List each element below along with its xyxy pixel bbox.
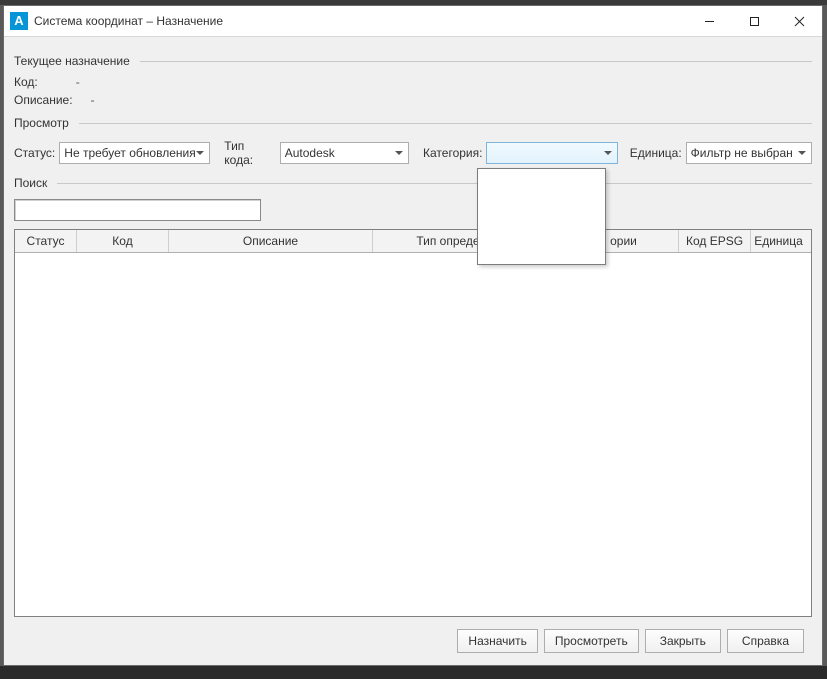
status-dropdown[interactable]: Не требует обновления xyxy=(59,142,210,164)
description-label: Описание: xyxy=(14,93,73,107)
window-title: Система координат – Назначение xyxy=(34,14,687,28)
group-search: Поиск xyxy=(14,173,812,193)
close-button[interactable] xyxy=(777,6,822,36)
group-view: Просмотр xyxy=(14,113,812,133)
category-dropdown[interactable] xyxy=(486,142,617,164)
unit-label: Единица: xyxy=(630,146,682,160)
status-dropdown-value: Не требует обновления xyxy=(64,146,195,160)
column-unit[interactable]: Единица xyxy=(751,230,806,252)
description-value: - xyxy=(91,93,95,107)
search-input[interactable] xyxy=(14,199,261,221)
status-label: Статус: xyxy=(14,146,55,160)
help-button[interactable]: Справка xyxy=(727,629,804,653)
row-description: Описание: - xyxy=(14,93,812,107)
titlebar[interactable]: A Система координат – Назначение xyxy=(4,6,822,37)
code-label: Код: xyxy=(14,75,38,89)
column-status[interactable]: Статус xyxy=(15,230,77,252)
minimize-button[interactable] xyxy=(687,6,732,36)
unit-dropdown[interactable]: Фильтр не выбран xyxy=(686,142,812,164)
category-label: Категория: xyxy=(423,146,482,160)
results-grid[interactable]: Статус Код Описание Тип определения С ор… xyxy=(14,229,812,617)
column-epsg[interactable]: Код EPSG xyxy=(679,230,751,252)
codetype-dropdown-value: Autodesk xyxy=(285,146,335,160)
app-icon: A xyxy=(10,12,28,30)
app-statusbar xyxy=(0,666,827,679)
assign-button[interactable]: Назначить xyxy=(457,629,537,653)
codetype-dropdown[interactable]: Autodesk xyxy=(280,142,409,164)
dialog-window: A Система координат – Назначение Текущее… xyxy=(3,5,823,666)
column-description[interactable]: Описание xyxy=(169,230,373,252)
unit-dropdown-value: Фильтр не выбран xyxy=(691,146,793,160)
codetype-label: Тип кода: xyxy=(224,139,275,167)
category-popup-list[interactable] xyxy=(477,168,606,265)
column-code[interactable]: Код xyxy=(77,230,169,252)
close-dialog-button[interactable]: Закрыть xyxy=(645,629,721,653)
group-current: Текущее назначение xyxy=(14,51,812,71)
code-value: - xyxy=(76,75,80,89)
preview-button[interactable]: Просмотреть xyxy=(544,629,639,653)
maximize-button[interactable] xyxy=(732,6,777,36)
row-code: Код: - xyxy=(14,75,812,89)
